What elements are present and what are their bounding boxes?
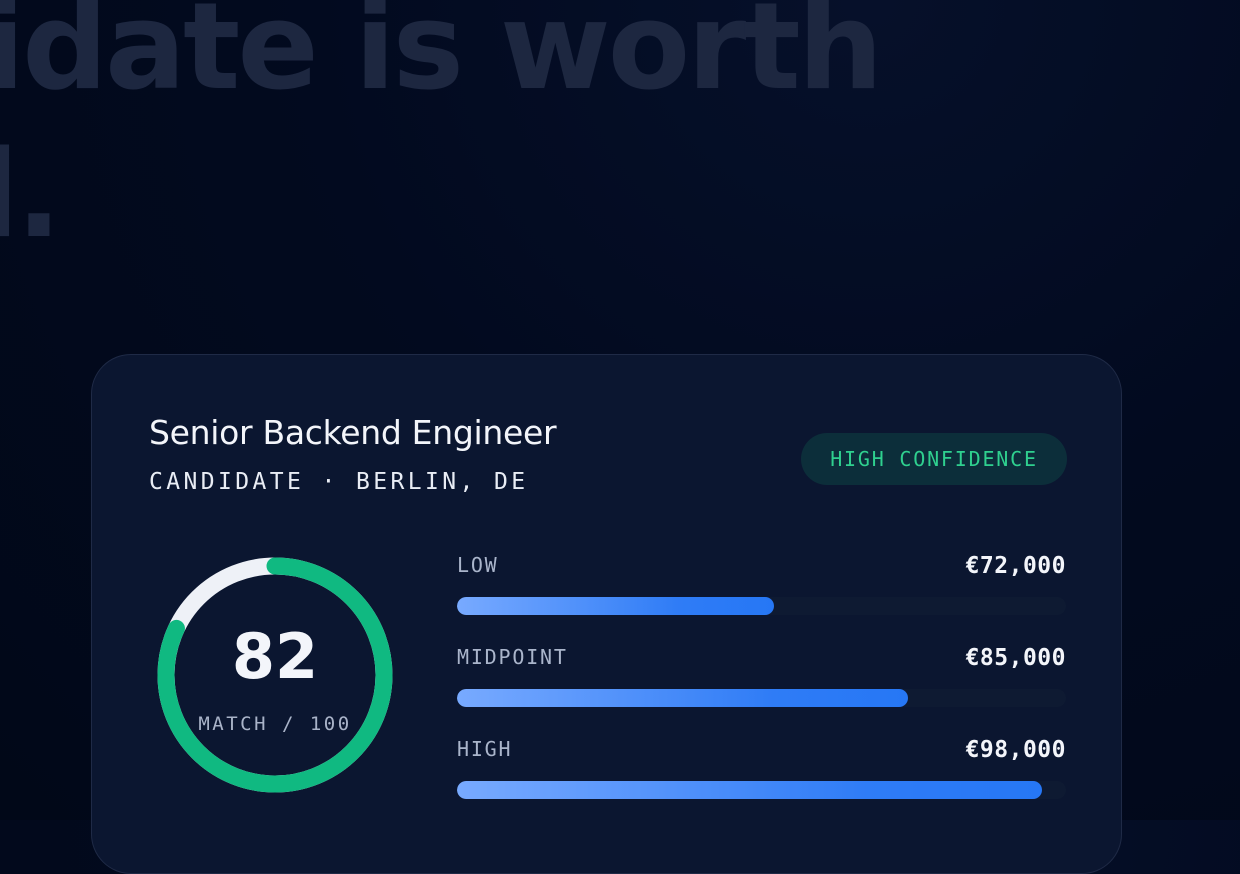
match-score-value: 82 bbox=[231, 620, 319, 693]
range-track bbox=[457, 781, 1066, 799]
role-location: CANDIDATE · BERLIN, DE bbox=[149, 469, 529, 495]
confidence-badge: HIGH CONFIDENCE bbox=[801, 433, 1067, 485]
range-row-high: HIGH €98,000 bbox=[457, 737, 1066, 829]
headline-line-2: l. bbox=[0, 126, 62, 260]
match-score-caption: MATCH / 100 bbox=[198, 713, 352, 735]
range-label: LOW bbox=[457, 553, 499, 577]
range-label: MIDPOINT bbox=[457, 645, 568, 669]
range-track bbox=[457, 597, 1066, 615]
range-amount: €72,000 bbox=[965, 553, 1066, 579]
salary-estimate-card: Senior Backend Engineer CANDIDATE · BERL… bbox=[91, 354, 1122, 874]
range-track bbox=[457, 689, 1066, 707]
range-fill-bar bbox=[457, 781, 1042, 799]
range-row-midpoint: MIDPOINT €85,000 bbox=[457, 645, 1066, 737]
range-amount: €98,000 bbox=[965, 737, 1066, 763]
role-title: Senior Backend Engineer bbox=[149, 413, 557, 452]
range-label: HIGH bbox=[457, 737, 513, 761]
range-fill-bar bbox=[457, 689, 908, 707]
range-amount: €85,000 bbox=[965, 645, 1066, 671]
headline-line-1: idate is worth bbox=[0, 0, 883, 117]
match-score-gauge: 82 MATCH / 100 bbox=[155, 555, 395, 795]
hero-headline: idate is worth l. bbox=[0, 0, 1240, 260]
salary-ranges: LOW €72,000 MIDPOINT €85,000 HIGH €98,00… bbox=[457, 553, 1066, 829]
range-fill-bar bbox=[457, 597, 774, 615]
range-row-low: LOW €72,000 bbox=[457, 553, 1066, 645]
